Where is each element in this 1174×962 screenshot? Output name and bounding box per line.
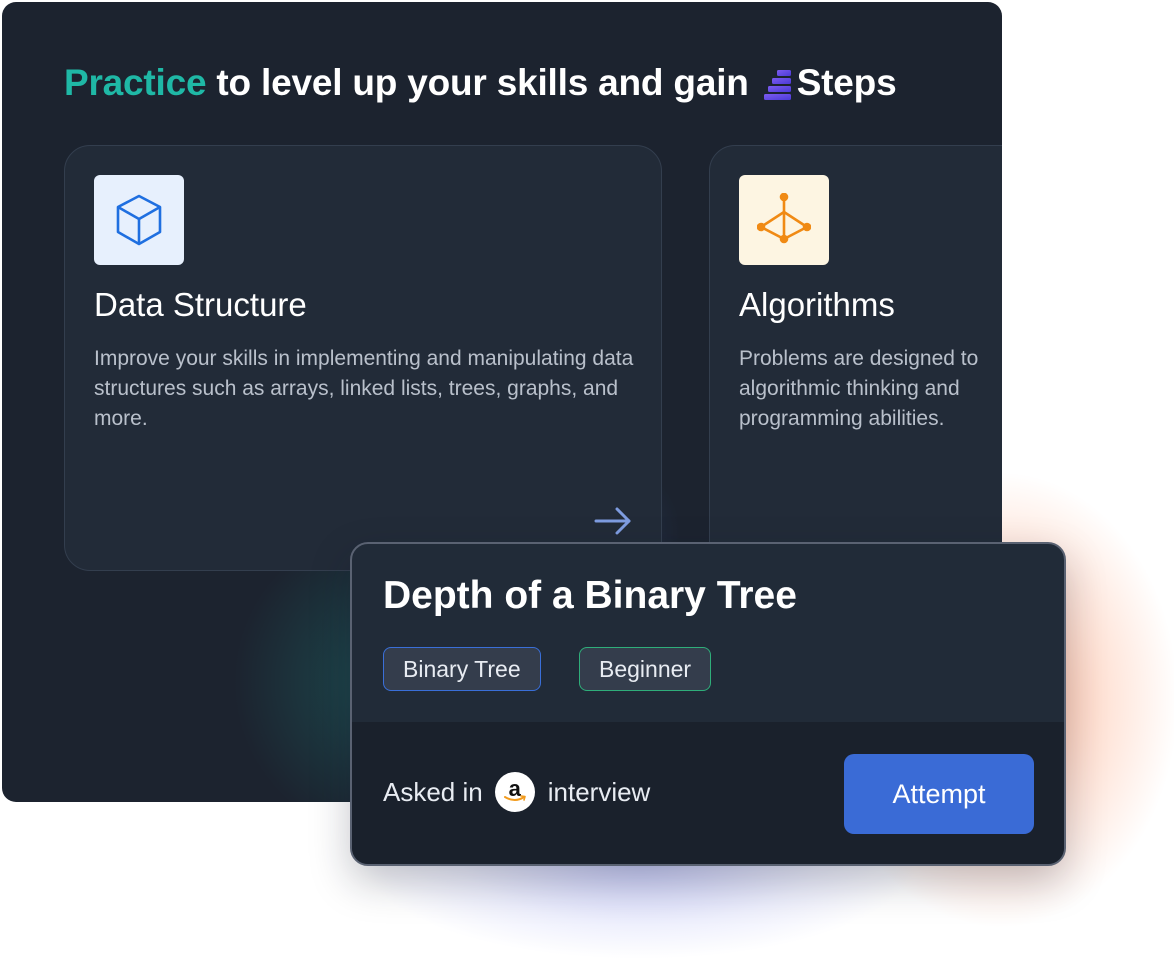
card-description: Problems are designed to algorithmic thi… (739, 344, 1002, 434)
page-headline: Practice to level up your skills and gai… (64, 62, 897, 104)
card-title: Algorithms (739, 286, 895, 323)
attempt-button[interactable]: Attempt (844, 754, 1034, 834)
card-description-line: programming abilities. (739, 407, 945, 430)
asked-in-info: Asked in a interview (383, 772, 650, 812)
binary-tree-icon (739, 175, 829, 265)
steps-logo-icon (763, 68, 793, 102)
algorithms-card[interactable]: Algorithms Problems are designed to algo… (709, 145, 1002, 571)
cube-icon (94, 175, 184, 265)
topic-tag[interactable]: Binary Tree (383, 647, 541, 691)
difficulty-tag[interactable]: Beginner (579, 647, 712, 691)
card-description: Improve your skills in implementing and … (94, 347, 634, 430)
problem-footer: Asked in a interview Attempt (352, 722, 1064, 864)
card-title: Data Structure (94, 286, 307, 323)
problem-title: Depth of a Binary Tree (383, 574, 797, 617)
headline-brand: Steps (796, 62, 897, 103)
card-description-line: Problems are designed to (739, 347, 979, 370)
interview-label: interview (547, 776, 651, 807)
arrow-right-icon[interactable] (593, 506, 633, 536)
data-structure-card[interactable]: Data Structure Improve your skills in im… (64, 145, 662, 571)
amazon-logo-icon: a (494, 772, 535, 812)
card-description-line: algorithmic thinking and (739, 377, 960, 400)
headline-text: to level up your skills and gain (216, 62, 749, 103)
problem-card[interactable]: Depth of a Binary Tree Binary Tree Begin… (350, 542, 1066, 866)
asked-in-label: Asked in (383, 776, 483, 807)
headline-accent: Practice (64, 62, 207, 103)
